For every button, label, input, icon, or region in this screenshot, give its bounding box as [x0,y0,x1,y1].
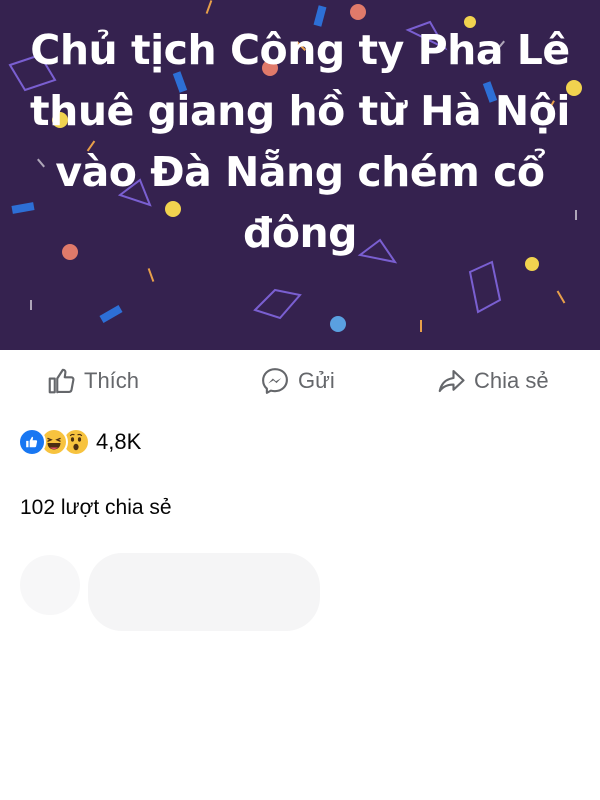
share-button[interactable]: Chia sẻ [436,366,549,396]
like-icon [18,428,46,456]
comment-placeholder [88,553,320,631]
like-button[interactable]: Thích [46,366,139,396]
reactions-summary[interactable]: 4,8K [18,428,141,456]
like-label: Thích [84,368,140,393]
post-banner-text: Chủ tịch Công ty Pha Lê thuê giang hồ từ… [30,26,570,257]
share-label: Chia sẻ [474,368,549,393]
send-label: Gửi [298,368,335,393]
thumbs-up-icon [48,368,75,394]
messenger-icon [262,368,288,394]
commenter-avatar-placeholder [20,555,80,615]
share-count[interactable]: 102 lượt chia sẻ [20,496,172,520]
reaction-count: 4,8K [96,429,142,454]
post-banner[interactable]: Chủ tịch Công ty Pha Lê thuê giang hồ từ… [0,0,600,350]
post-action-bar: Thích Gửi Chia sẻ [0,350,600,412]
share-arrow-icon [438,369,465,393]
send-button[interactable]: Gửi [260,366,335,396]
